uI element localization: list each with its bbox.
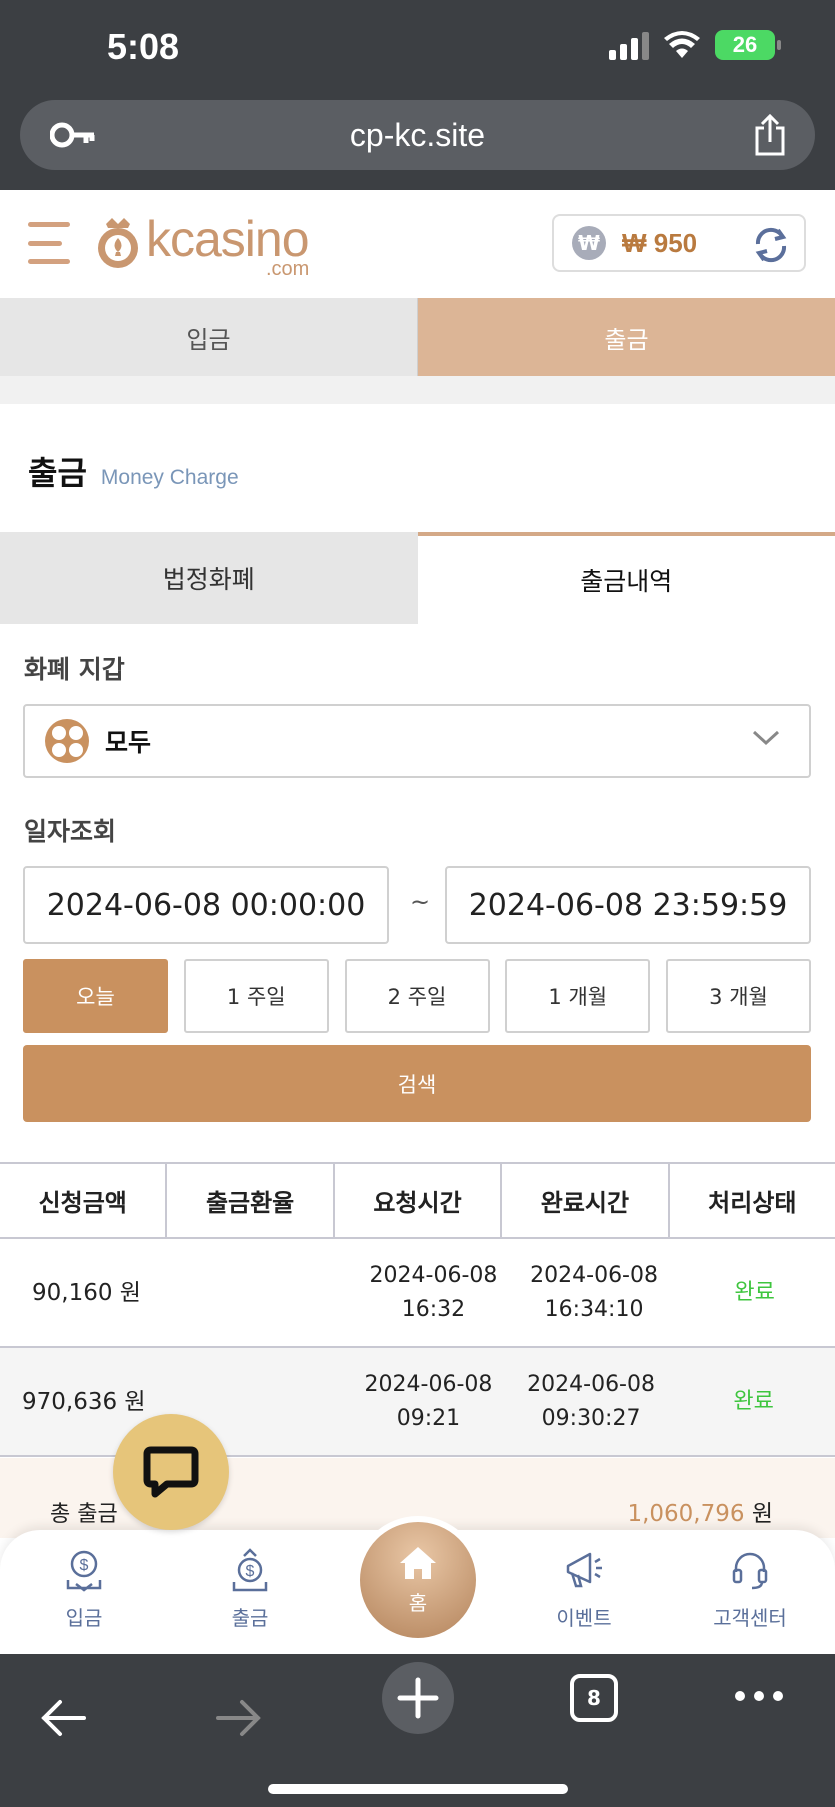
nav-support-label: 고객센터 bbox=[713, 1606, 787, 1630]
site-header: kcasino .com ₩ ₩ 950 bbox=[0, 190, 835, 298]
balance-box: ₩ ₩ 950 bbox=[552, 214, 806, 272]
status-badge: 완료 bbox=[733, 1388, 774, 1414]
nav-event[interactable]: 이벤트 bbox=[524, 1548, 644, 1631]
deposit-icon: $ bbox=[66, 1550, 102, 1592]
withdraw-icon: $ bbox=[232, 1548, 268, 1592]
svg-text:$: $ bbox=[246, 1563, 255, 1580]
header-complete-time: 완료시간 bbox=[502, 1164, 670, 1237]
complete-date: 2024-06-08 bbox=[530, 1262, 658, 1288]
table-header: 신청금액 출금환율 요청시간 완료시간 처리상태 bbox=[0, 1162, 835, 1239]
cell-request-time: 2024-06-08 16:32 bbox=[353, 1239, 514, 1346]
chevron-down-icon bbox=[752, 730, 780, 746]
tabs-count-icon[interactable]: 8 bbox=[570, 1674, 618, 1722]
nav-home-label: 홈 bbox=[408, 1590, 428, 1615]
logo-subtext: .com bbox=[266, 258, 310, 280]
section-title: 출금 Money Charge bbox=[28, 448, 239, 494]
complete-time: 09:30:27 bbox=[541, 1405, 641, 1431]
header-request-time: 요청시간 bbox=[335, 1164, 503, 1237]
nav-home-button[interactable]: 홈 bbox=[354, 1516, 482, 1644]
withdraw-table: 신청금액 출금환율 요청시간 완료시간 처리상태 90,160 원 2024-0… bbox=[0, 1162, 835, 1457]
request-time: 09:21 bbox=[396, 1405, 461, 1431]
request-date: 2024-06-08 bbox=[369, 1262, 498, 1288]
header-amount: 신청금액 bbox=[0, 1164, 168, 1237]
tab-fiat[interactable]: 법정화폐 bbox=[0, 532, 418, 624]
range-today-button[interactable]: 오늘 bbox=[23, 959, 168, 1033]
request-date: 2024-06-08 bbox=[364, 1371, 493, 1397]
date-to-input[interactable]: 2024-06-08 23:59:59 bbox=[445, 866, 811, 944]
status-icons: 26 bbox=[609, 30, 781, 60]
total-value: 1,060,796 원 bbox=[627, 1494, 773, 1528]
total-unit: 원 bbox=[751, 1501, 773, 1527]
tab-withdraw-history[interactable]: 출금내역 bbox=[417, 532, 835, 624]
range-2week-button[interactable]: 2 주일 bbox=[344, 959, 490, 1033]
cell-rate bbox=[193, 1239, 354, 1346]
status-badge: 완료 bbox=[734, 1279, 775, 1305]
cell-amount: 90,160 원 bbox=[32, 1279, 141, 1306]
browser-toolbar: 8 bbox=[0, 1654, 835, 1807]
nav-deposit[interactable]: $ 입금 bbox=[24, 1548, 144, 1631]
total-label: 총 출금 bbox=[50, 1502, 118, 1527]
nav-event-label: 이벤트 bbox=[556, 1606, 612, 1630]
ios-status-area: 5:08 26 cp-kc.site bbox=[0, 0, 835, 190]
request-time: 16:32 bbox=[401, 1296, 466, 1322]
table-row: 90,160 원 2024-06-08 16:32 2024-06-08 16:34… bbox=[0, 1239, 835, 1348]
currency-select[interactable]: 모두 bbox=[23, 704, 811, 778]
currency-label: 화폐 지갑 bbox=[24, 655, 125, 684]
megaphone-icon bbox=[566, 1552, 602, 1588]
cell-request-time: 2024-06-08 09:21 bbox=[347, 1348, 510, 1455]
header-status: 처리상태 bbox=[708, 1189, 797, 1217]
chat-button[interactable] bbox=[113, 1414, 229, 1530]
cell-complete-time: 2024-06-08 09:30:27 bbox=[510, 1348, 673, 1455]
complete-date: 2024-06-08 bbox=[527, 1371, 655, 1397]
all-coins-icon bbox=[45, 719, 89, 763]
svg-text:$: $ bbox=[80, 1557, 89, 1574]
more-icon[interactable] bbox=[734, 1690, 784, 1702]
range-buttons: 오늘 1 주일 2 주일 1 개월 3 개월 bbox=[23, 959, 811, 1033]
tab-deposit[interactable]: 입금 bbox=[0, 298, 418, 376]
refresh-icon[interactable] bbox=[752, 226, 790, 264]
tab-withdraw[interactable]: 출금 bbox=[418, 298, 835, 376]
page-title: 출금 bbox=[28, 454, 87, 492]
back-arrow-icon[interactable] bbox=[38, 1698, 88, 1738]
key-icon bbox=[50, 122, 95, 148]
balance-amount: ₩ 950 bbox=[622, 227, 698, 258]
url-bar[interactable]: cp-kc.site bbox=[20, 100, 815, 170]
search-button[interactable]: 검색 bbox=[23, 1045, 811, 1122]
range-1month-button[interactable]: 1 개월 bbox=[505, 959, 651, 1033]
url-text: cp-kc.site bbox=[349, 116, 486, 153]
currency-select-value: 모두 bbox=[105, 728, 152, 757]
forward-arrow-icon[interactable] bbox=[214, 1698, 264, 1738]
chat-bubble-icon bbox=[143, 1446, 199, 1498]
nav-withdraw[interactable]: $ 출금 bbox=[190, 1548, 310, 1631]
date-label: 일자조회 bbox=[24, 817, 117, 846]
header-rate: 출금환율 bbox=[167, 1164, 335, 1237]
main-tabs: 입금 출금 bbox=[0, 298, 835, 376]
logo-chip-icon bbox=[98, 218, 138, 268]
date-separator: ~ bbox=[410, 888, 431, 916]
won-icon: ₩ bbox=[572, 226, 606, 260]
home-indicator bbox=[268, 1784, 568, 1794]
range-3month-button[interactable]: 3 개월 bbox=[666, 959, 811, 1033]
range-1week-button[interactable]: 1 주일 bbox=[183, 959, 329, 1033]
nav-withdraw-label: 출금 bbox=[231, 1606, 269, 1630]
nav-support[interactable]: 고객센터 bbox=[690, 1548, 810, 1631]
signal-icon bbox=[609, 30, 649, 60]
battery-icon: 26 bbox=[715, 30, 781, 60]
nav-deposit-label: 입금 bbox=[65, 1606, 103, 1630]
sub-tabs: 법정화폐 출금내역 bbox=[0, 532, 835, 624]
divider bbox=[0, 376, 835, 404]
share-icon[interactable] bbox=[753, 114, 787, 156]
wifi-icon bbox=[664, 31, 700, 58]
logo[interactable]: kcasino .com bbox=[94, 210, 324, 280]
home-icon bbox=[400, 1546, 436, 1579]
headset-icon bbox=[732, 1552, 768, 1590]
date-from-input[interactable]: 2024-06-08 00:00:00 bbox=[23, 866, 389, 944]
total-amount: 1,060,796 bbox=[627, 1501, 745, 1527]
cell-complete-time: 2024-06-08 16:34:10 bbox=[514, 1239, 675, 1346]
new-tab-icon[interactable] bbox=[382, 1662, 454, 1734]
menu-icon[interactable] bbox=[28, 222, 70, 264]
complete-time: 16:34:10 bbox=[544, 1296, 644, 1322]
page-subtitle: Money Charge bbox=[100, 466, 239, 489]
status-time: 5:08 bbox=[107, 26, 180, 67]
